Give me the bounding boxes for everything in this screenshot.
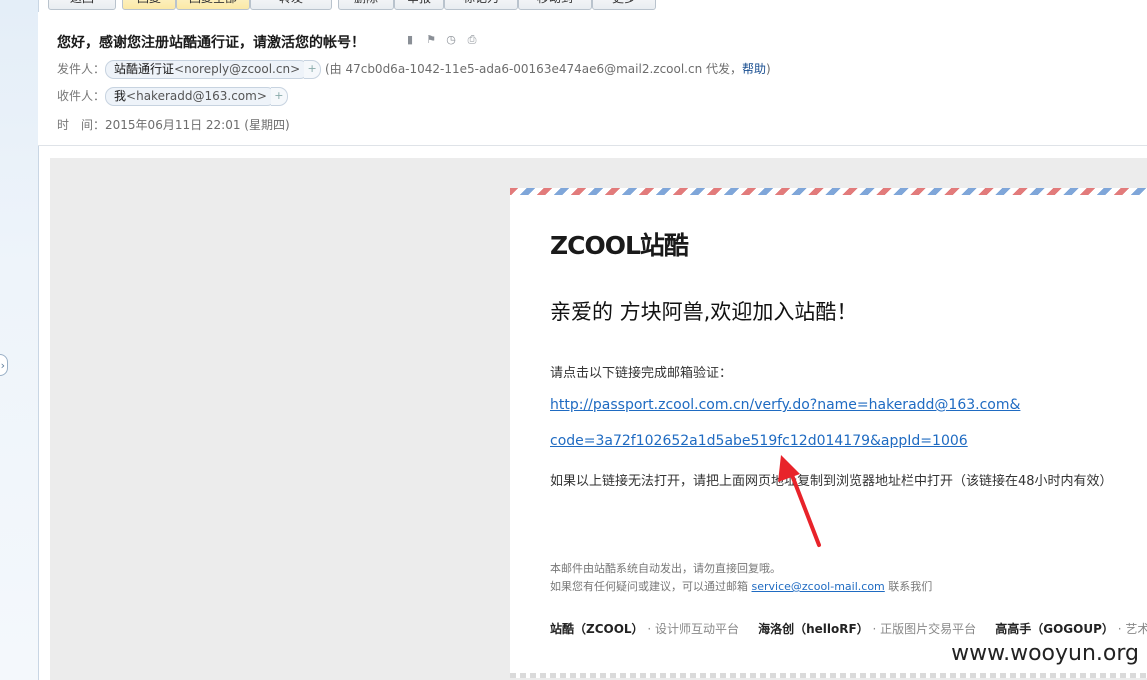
from-label: 发件人： [57, 62, 106, 76]
add-sender-icon[interactable]: + [304, 60, 322, 79]
auto-sent-note: 本邮件由站酷系统自动发出，请勿直接回复哦。 [550, 562, 781, 575]
sender-chip[interactable]: 站酷通行证<noreply@zcool.cn> [105, 60, 310, 79]
verify-link-line1[interactable]: http://passport.zcool.com.cn/verfy.do?na… [550, 397, 1020, 413]
footer-site-name[interactable]: 站酷（ZCOOL） [550, 622, 644, 636]
contact-suffix: 联系我们 [884, 580, 933, 593]
mail-toolbar: 返回 回复 回复全部 转发 删除 举报 标记为 移动到 更多 [38, 0, 1147, 12]
footer-site-name[interactable]: 高高手（GOGOUP） [995, 622, 1114, 636]
expand-sidebar-icon[interactable]: › [0, 354, 8, 376]
recipient-address: <hakeradd@163.com> [126, 89, 267, 103]
mail-subject: 您好，感谢您注册站酷通行证，请激活您的帐号！ [57, 35, 365, 51]
move-to-button[interactable]: 移动到 [518, 0, 592, 10]
contact-note: 如果您有任何疑问或建议，可以通过邮箱 service@zcool-mail.co… [550, 578, 932, 594]
flag-icon[interactable]: ⚑ [425, 34, 437, 46]
to-row: 收件人： 我<hakeradd@163.com> + [57, 87, 288, 106]
time-value: 2015年06月11日 22:01 (星期四) [105, 118, 290, 132]
service-email-link[interactable]: service@zcool-mail.com [752, 580, 885, 593]
help-link[interactable]: 帮助 [742, 62, 766, 76]
from-row: 发件人： 站酷通行证<noreply@zcool.cn> + (由 47cb0d6a… [57, 60, 771, 79]
airmail-stripe [510, 188, 1147, 195]
add-recipient-icon[interactable]: + [270, 87, 288, 106]
bookmark-icon[interactable]: ▮ [404, 34, 416, 46]
back-button[interactable]: 返回 [48, 0, 116, 10]
card-bottom-border [510, 673, 1147, 678]
report-button[interactable]: 举报 [394, 0, 444, 10]
left-sidebar: › [0, 0, 39, 680]
delete-button[interactable]: 删除 [338, 0, 394, 10]
fallback-text: 如果以上链接无法打开，请把上面网页地址复制到浏览器地址栏中打开（该链接在48小时… [550, 474, 1113, 489]
email-card: ZCOOL站酷 亲爱的 方块阿兽,欢迎加入站酷！ 请点击以下链接完成邮箱验证： … [510, 188, 1147, 678]
footer-site-desc: · 正版图片交易平台 [872, 622, 977, 636]
recipient-chip[interactable]: 我<hakeradd@163.com> [105, 87, 276, 106]
forward-button[interactable]: 转发 [250, 0, 332, 10]
to-label: 收件人： [57, 89, 106, 103]
sender-address: <noreply@zcool.cn> [174, 62, 301, 76]
proxy-sender: (由 47cb0d6a-1042-11e5-ada6-00163e474ae6@… [324, 62, 743, 76]
verify-link-line2[interactable]: code=3a72f102652a1d5abe519fc12d014179&ap… [550, 433, 968, 449]
greeting-heading: 亲爱的 方块阿兽,欢迎加入站酷！ [550, 300, 858, 324]
footer-links: 站酷（ZCOOL） · 设计师互动平台 海洛创（helloRF） · 正版图片交… [550, 620, 1147, 637]
footer-site-desc: · 艺术在 [1117, 622, 1147, 636]
instruction-text: 请点击以下链接完成邮箱验证： [550, 366, 733, 381]
time-label: 时 间： [57, 118, 106, 132]
reply-button[interactable]: 回复 [122, 0, 176, 10]
reply-all-button[interactable]: 回复全部 [176, 0, 250, 10]
contact-prefix: 如果您有任何疑问或建议，可以通过邮箱 [550, 580, 752, 593]
clock-icon[interactable]: ◷ [445, 34, 457, 46]
mark-as-button[interactable]: 标记为 [444, 0, 518, 10]
sender-name: 站酷通行证 [114, 62, 175, 76]
print-icon[interactable]: ⎙ [466, 34, 478, 46]
footer-site-name[interactable]: 海洛创（helloRF） [758, 622, 869, 636]
time-row: 时 间：2015年06月11日 22:01 (星期四) [57, 116, 290, 133]
mail-content: ZCOOL站酷 亲爱的 方块阿兽,欢迎加入站酷！ 请点击以下链接完成邮箱验证： … [50, 158, 1147, 680]
footer-site-desc: · 设计师互动平台 [647, 622, 740, 636]
more-button[interactable]: 更多 [592, 0, 656, 10]
proxy-close: ) [766, 62, 771, 76]
zcool-logo: ZCOOL站酷 [550, 231, 689, 260]
recipient-name: 我 [114, 89, 127, 103]
mail-header: 您好，感谢您注册站酷通行证，请激活您的帐号！ ▮ ⚑ ◷ ⎙ 发件人： 站酷通行证… [38, 12, 1147, 146]
watermark-text: www.wooyun.org [951, 641, 1139, 666]
